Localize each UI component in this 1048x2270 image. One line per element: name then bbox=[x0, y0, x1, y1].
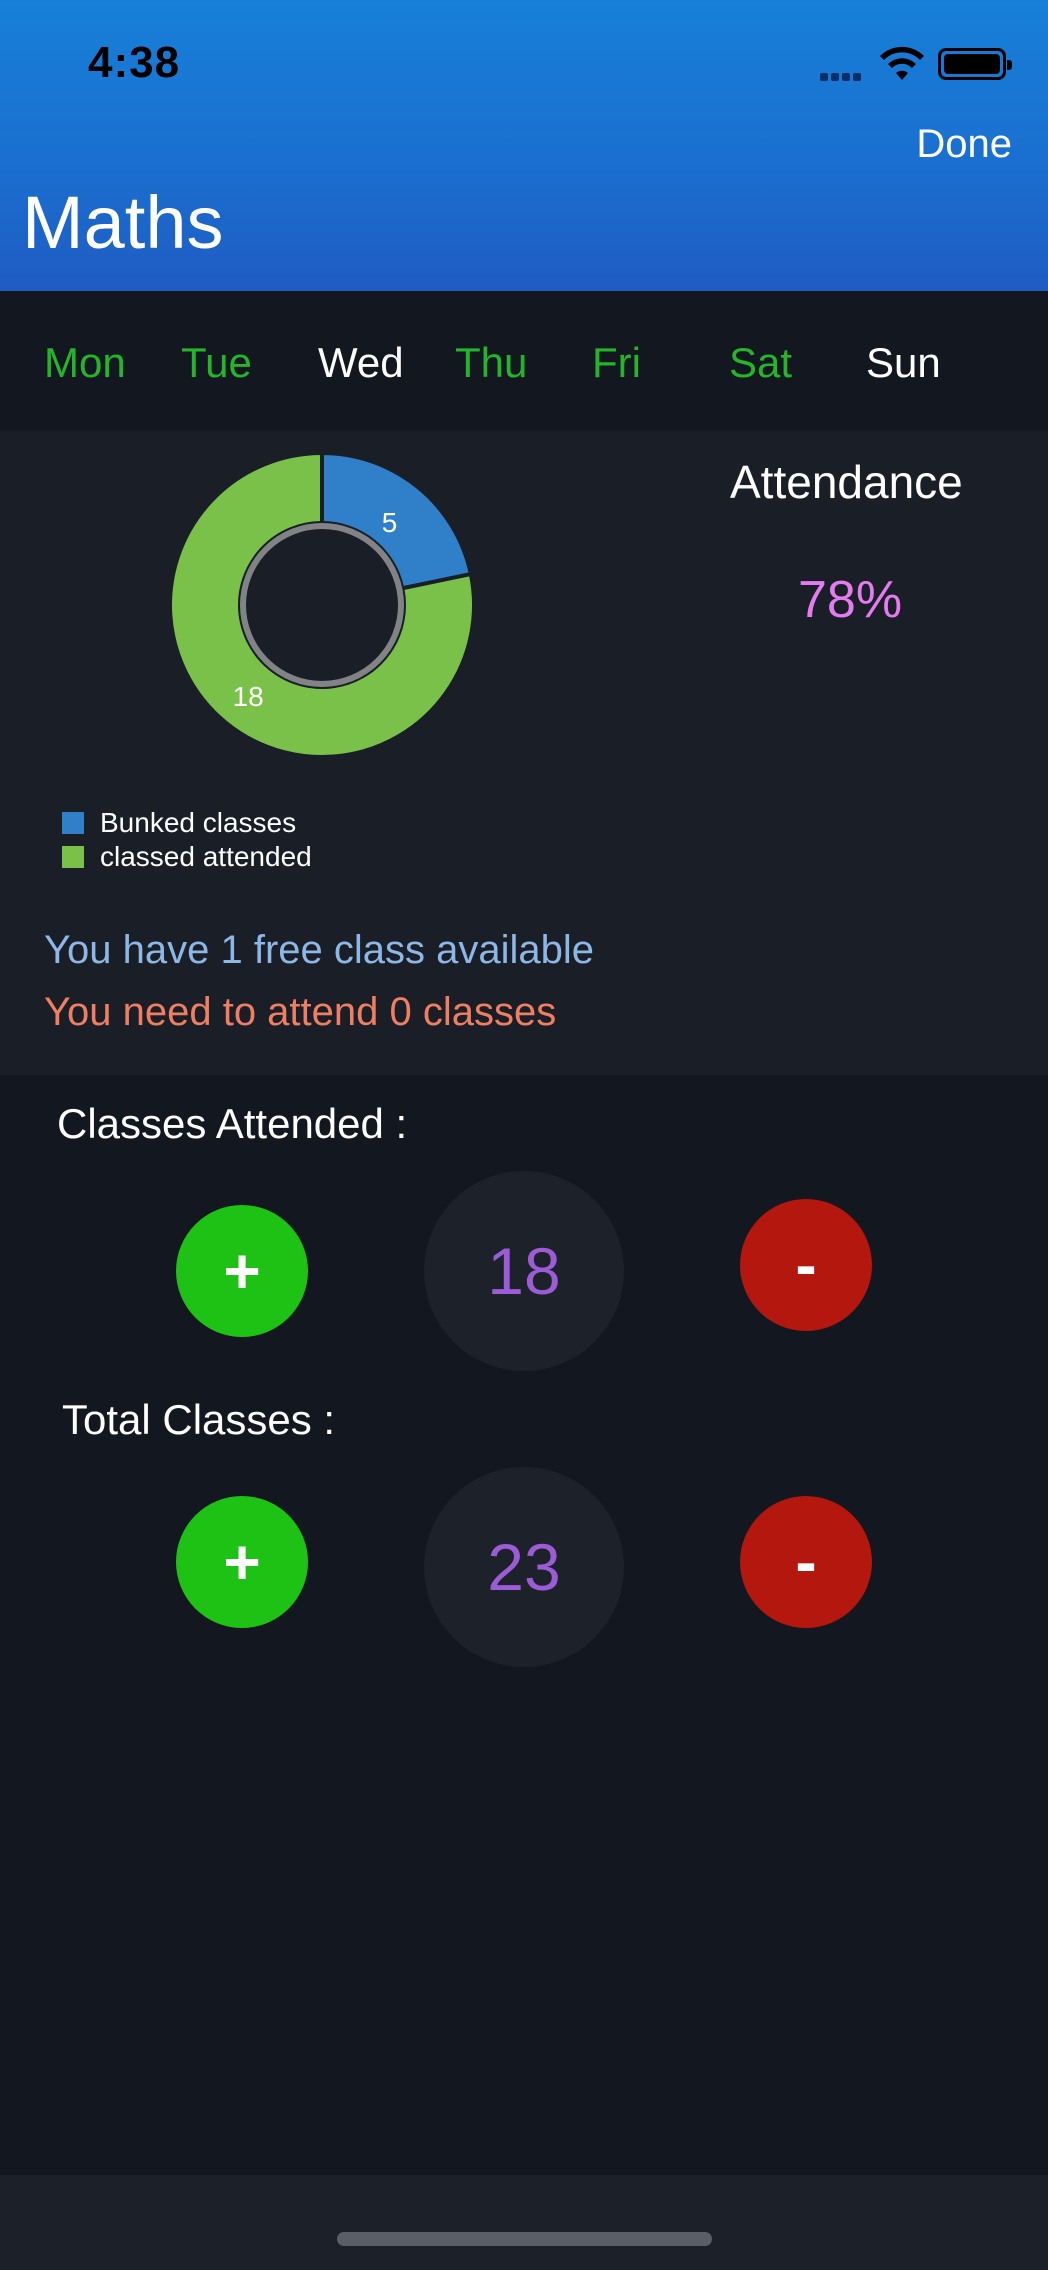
day-thu[interactable]: Thu bbox=[455, 339, 527, 387]
attended-count: 18 bbox=[424, 1171, 624, 1371]
battery-icon bbox=[938, 48, 1012, 80]
day-sat[interactable]: Sat bbox=[729, 339, 792, 387]
legend-label-bunked: Bunked classes bbox=[100, 807, 297, 838]
legend-swatch-bunked bbox=[62, 812, 84, 834]
free-classes-message: You have 1 free class available bbox=[44, 928, 594, 972]
total-plus-button[interactable]: + bbox=[176, 1496, 308, 1628]
day-fri[interactable]: Fri bbox=[592, 339, 641, 387]
page-title: Maths bbox=[22, 181, 224, 264]
day-mon[interactable]: Mon bbox=[44, 339, 126, 387]
total-minus-button[interactable]: - bbox=[740, 1496, 872, 1628]
wifi-icon bbox=[880, 46, 924, 80]
legend-label-attended: classed attended bbox=[100, 841, 312, 872]
attendance-percentage: 78% bbox=[798, 571, 903, 629]
navigation-header: 4:38 Done Maths bbox=[0, 0, 1048, 291]
total-classes-label: Total Classes : bbox=[62, 1396, 336, 1443]
legend-item-bunked: Bunked classes bbox=[62, 806, 312, 840]
legend-swatch-attended bbox=[62, 846, 84, 868]
donut-inner-ring bbox=[240, 523, 404, 687]
required-classes-message: You need to attend 0 classes bbox=[44, 990, 557, 1034]
attendance-donut-chart: 5 18 bbox=[168, 450, 476, 759]
attendance-stats-panel bbox=[0, 430, 1048, 1075]
cellular-signal-icon bbox=[820, 68, 870, 81]
day-sun[interactable]: Sun bbox=[866, 339, 941, 387]
legend-item-attended: classed attended bbox=[62, 840, 312, 874]
done-button[interactable]: Done bbox=[916, 122, 1012, 167]
total-count: 23 bbox=[424, 1467, 624, 1667]
day-tue[interactable]: Tue bbox=[181, 339, 252, 387]
home-indicator[interactable] bbox=[337, 2232, 712, 2246]
attendance-title: Attendance bbox=[730, 456, 963, 508]
slice-label-attended: 18 bbox=[233, 681, 264, 712]
chart-legend: Bunked classes classed attended bbox=[62, 806, 312, 874]
status-time: 4:38 bbox=[88, 38, 181, 87]
attended-minus-button[interactable]: - bbox=[740, 1199, 872, 1331]
day-wed[interactable]: Wed bbox=[318, 339, 404, 387]
bottom-bar bbox=[0, 2175, 1048, 2270]
attended-plus-button[interactable]: + bbox=[176, 1205, 308, 1337]
classes-attended-label: Classes Attended : bbox=[57, 1100, 408, 1147]
day-selector: Mon Tue Wed Thu Fri Sat Sun bbox=[0, 291, 1048, 430]
slice-label-bunked: 5 bbox=[382, 507, 398, 538]
